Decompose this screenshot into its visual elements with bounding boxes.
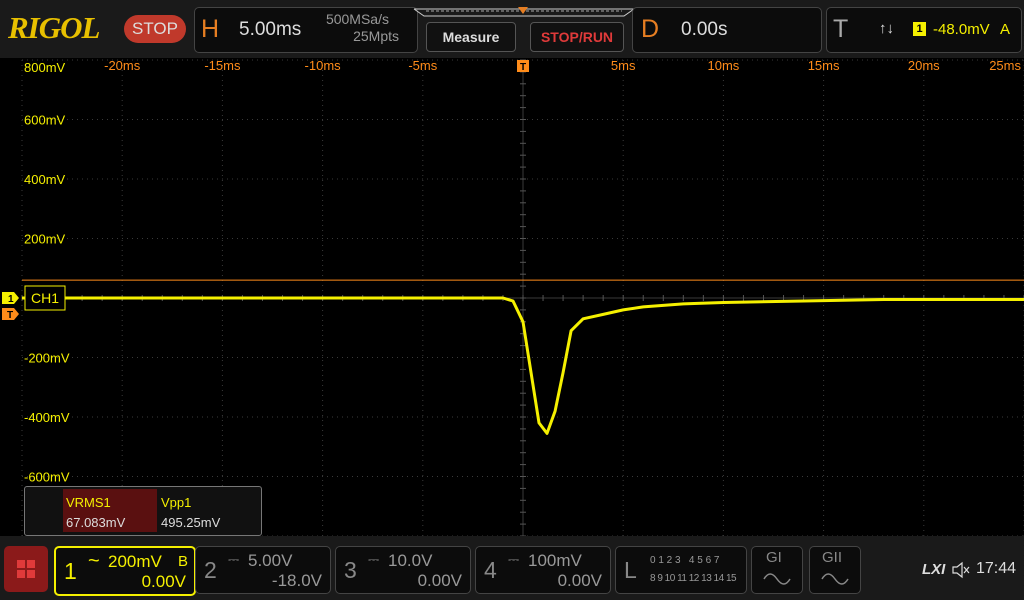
channel-4-number: 4	[484, 557, 497, 583]
channel-4-coupling-icon: ⎓	[508, 551, 520, 567]
x-axis-label: 5ms	[611, 58, 636, 73]
x-axis-label: -5ms	[408, 58, 437, 73]
speaker-muted-icon[interactable]	[951, 560, 971, 580]
x-axis-label: 10ms	[708, 58, 740, 73]
run-state-badge[interactable]: STOP	[124, 15, 186, 43]
trigger-letter: T	[833, 15, 849, 43]
channel-4-offset: 0.00V	[557, 571, 602, 590]
x-axis-label: -15ms	[204, 58, 241, 73]
x-axis-label: 25ms	[989, 58, 1021, 73]
channel-1-panel[interactable]: 1 ~ 200mV B 0.00V	[54, 546, 196, 596]
x-axis-label: -10ms	[305, 58, 342, 73]
channel-4-panel[interactable]: 4 ⎓ 100mV 0.00V	[475, 546, 611, 594]
channel-3-scale: 10.0V	[388, 551, 433, 570]
x-axis-label: 15ms	[808, 58, 840, 73]
logic-channels-low: 0 1 2 3 4 5 6 7	[650, 555, 720, 566]
menu-button[interactable]	[4, 546, 48, 592]
x-axis-label: -20ms	[104, 58, 141, 73]
channel-2-scale: 5.00V	[248, 551, 293, 570]
y-axis-label: -600mV	[24, 470, 70, 485]
sine-wave-icon	[763, 573, 791, 585]
clock-time: 17:44	[976, 560, 1017, 577]
channel-1-offset: 0.00V	[141, 572, 186, 591]
rigol-logo: RIGOL	[8, 10, 100, 45]
bottom-bar: 1 ~ 200mV B 0.00V 2 ⎓ 5.00V -18.0V 3 ⎓ 1…	[0, 536, 1024, 600]
generator-2-label: GII	[822, 549, 843, 566]
trigger-position-marker-label: T	[520, 62, 526, 73]
channel-1-scale: 200mV	[108, 552, 162, 571]
channel-1-bw-limit: B	[177, 553, 188, 570]
channel-3-panel[interactable]: 3 ⎓ 10.0V 0.00V	[335, 546, 471, 594]
channel-2-panel[interactable]: 2 ⎓ 5.00V -18.0V	[195, 546, 331, 594]
measurement-panel[interactable]: VRMS1 67.083mV Vpp1 495.25mV	[24, 486, 262, 536]
logic-analyzer-panel[interactable]: L 0 1 2 3 4 5 6 7 8 9 10 11 12 13 14 15	[615, 546, 747, 594]
logic-letter: L	[624, 557, 637, 583]
y-axis-label: 800mV	[24, 60, 66, 75]
measure-button[interactable]: Measure	[426, 22, 516, 52]
measurement-value: 67.083mV	[66, 515, 126, 530]
sine-wave-icon	[821, 573, 849, 585]
timebase-value: 5.00ms	[239, 19, 302, 40]
trigger-source-badge: 1	[913, 22, 926, 36]
sample-rate: 500MSa/s	[325, 11, 389, 27]
channel-2-number: 2	[204, 557, 217, 583]
channel-4-scale: 100mV	[528, 551, 582, 570]
channel-1-number: 1	[64, 558, 77, 584]
ch1-offset-marker-label: 1	[8, 294, 14, 305]
measurement-vrms: VRMS1 67.083mV	[63, 489, 157, 532]
delay-letter: D	[641, 15, 660, 43]
trigger-panel[interactable]: T ↑↓ 1 -48.0mV A	[826, 7, 1022, 53]
y-axis-label: -400mV	[24, 410, 70, 425]
top-bar: RIGOL STOP H 5.00ms 500MSa/s 25Mpts Meas…	[0, 0, 1024, 58]
stop-run-button[interactable]: STOP/RUN	[530, 22, 624, 52]
lxi-icon: LXI	[922, 561, 946, 578]
ch1-tag-label: CH1	[31, 290, 59, 306]
y-axis-label: 400mV	[24, 172, 66, 187]
measurement-name: VRMS1	[66, 495, 111, 510]
channel-2-offset: -18.0V	[271, 571, 322, 590]
y-axis-label: 600mV	[24, 113, 66, 128]
channel-3-offset: 0.00V	[417, 571, 462, 590]
generator-1-panel[interactable]: GI	[751, 546, 803, 594]
measurement-vpp: Vpp1 495.25mV	[159, 489, 257, 532]
trigger-slope-icon: ↑↓	[879, 20, 894, 37]
y-axis-label: -200mV	[24, 351, 70, 366]
x-axis-label: 20ms	[908, 58, 940, 73]
measurement-name: Vpp1	[161, 495, 192, 510]
trigger-level: -48.0mV	[933, 21, 990, 38]
delay-panel[interactable]: D 0.00s	[632, 7, 822, 53]
trigger-mode: A	[1000, 21, 1011, 38]
y-axis-label: 200mV	[24, 232, 66, 247]
generator-2-panel[interactable]: GII	[809, 546, 861, 594]
trigger-level-marker-label: T	[7, 310, 13, 321]
channel-1-coupling-icon: ~	[88, 550, 100, 572]
horizontal-panel[interactable]: H 5.00ms 500MSa/s 25Mpts	[194, 7, 418, 53]
delay-value: 0.00s	[681, 19, 728, 40]
memory-depth: 25Mpts	[353, 28, 399, 44]
memory-position-bar[interactable]	[412, 5, 636, 19]
waveform-display[interactable]: 800mV600mV400mV200mV-200mV-400mV-600mV-8…	[0, 58, 1024, 536]
measurement-value: 495.25mV	[161, 515, 221, 530]
channel-2-coupling-icon: ⎓	[228, 551, 240, 567]
generator-1-label: GI	[766, 549, 782, 566]
channel-3-coupling-icon: ⎓	[368, 551, 380, 567]
horizontal-letter: H	[201, 15, 220, 43]
grid-menu-icon	[17, 560, 35, 578]
logic-channels-high: 8 9 10 11 12 13 14 15	[650, 573, 737, 584]
channel-3-number: 3	[344, 557, 357, 583]
